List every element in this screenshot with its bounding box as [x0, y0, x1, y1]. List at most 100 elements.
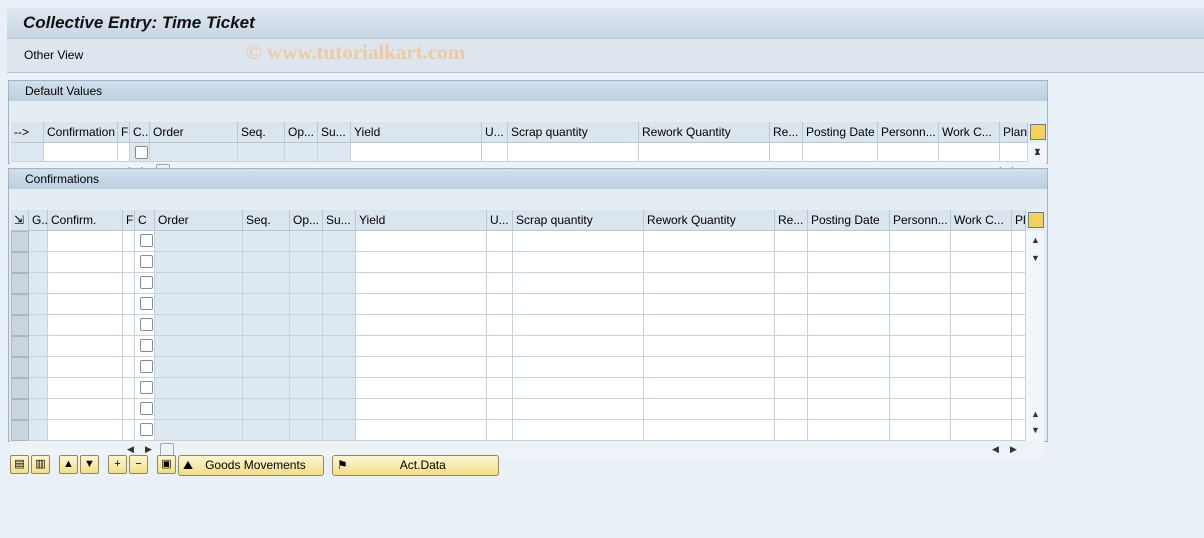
- column-header[interactable]: Work C...: [939, 122, 1000, 143]
- table-cell[interactable]: [356, 357, 487, 378]
- filter-icon[interactable]: ▼: [80, 455, 99, 474]
- column-header[interactable]: Rework Quantity: [644, 210, 775, 231]
- table-cell[interactable]: [356, 231, 487, 252]
- column-header[interactable]: -->: [11, 122, 44, 143]
- table-cell[interactable]: [951, 399, 1012, 420]
- table-cell[interactable]: [890, 294, 951, 315]
- table-cell[interactable]: [775, 420, 808, 441]
- column-header[interactable]: Re...: [775, 210, 808, 231]
- column-header[interactable]: Plant: [1012, 210, 1026, 231]
- table-cell[interactable]: [487, 294, 513, 315]
- table-cell[interactable]: [48, 231, 123, 252]
- table-cell[interactable]: [123, 336, 135, 357]
- column-header[interactable]: Order: [155, 210, 243, 231]
- table-cell[interactable]: [808, 378, 890, 399]
- table-cell[interactable]: [123, 399, 135, 420]
- table-cell[interactable]: [808, 273, 890, 294]
- column-header[interactable]: Order: [150, 122, 238, 143]
- table-cell[interactable]: [48, 294, 123, 315]
- row-selector[interactable]: [11, 378, 29, 399]
- table-cell[interactable]: [1012, 399, 1026, 420]
- table-cell[interactable]: [48, 273, 123, 294]
- table-cell[interactable]: [513, 315, 644, 336]
- column-header[interactable]: Confirm.: [48, 210, 123, 231]
- table-cell[interactable]: [644, 399, 775, 420]
- scroll-down-icon[interactable]: ▼: [1031, 425, 1040, 435]
- table-cell[interactable]: [487, 378, 513, 399]
- table-cell[interactable]: [890, 357, 951, 378]
- table-cell[interactable]: [644, 378, 775, 399]
- table-cell[interactable]: [356, 378, 487, 399]
- table-settings-icon[interactable]: [1028, 212, 1044, 228]
- table-cell[interactable]: [644, 420, 775, 441]
- checkbox[interactable]: [140, 255, 153, 268]
- table-cell[interactable]: [356, 294, 487, 315]
- table-cell[interactable]: [356, 399, 487, 420]
- delete-row-icon[interactable]: −: [129, 455, 148, 474]
- table-cell[interactable]: [48, 252, 123, 273]
- table-cell[interactable]: [803, 143, 878, 162]
- table-cell[interactable]: [356, 420, 487, 441]
- table-cell[interactable]: [482, 143, 508, 162]
- table-cell[interactable]: [775, 336, 808, 357]
- table-cell[interactable]: [1012, 315, 1026, 336]
- table-cell[interactable]: [1012, 273, 1026, 294]
- table-cell[interactable]: [135, 420, 155, 441]
- table-cell[interactable]: [890, 378, 951, 399]
- column-header[interactable]: G..: [29, 210, 48, 231]
- table-cell[interactable]: [123, 273, 135, 294]
- column-header[interactable]: Yield: [351, 122, 482, 143]
- column-header[interactable]: U...: [482, 122, 508, 143]
- table-cell[interactable]: [951, 378, 1012, 399]
- table-cell[interactable]: [808, 252, 890, 273]
- checkbox[interactable]: [140, 423, 153, 436]
- table-cell[interactable]: [135, 231, 155, 252]
- table-cell[interactable]: [775, 357, 808, 378]
- table-cell[interactable]: [487, 273, 513, 294]
- table-cell[interactable]: [123, 315, 135, 336]
- table-cell[interactable]: [808, 315, 890, 336]
- table-cell[interactable]: [775, 231, 808, 252]
- goods-movements-button[interactable]: ⛰ Goods Movements: [178, 455, 324, 476]
- scroll-up-icon[interactable]: ▲: [1031, 235, 1040, 245]
- scroll-up-icon[interactable]: ▲: [1031, 409, 1040, 419]
- column-header[interactable]: Personn...: [890, 210, 951, 231]
- table-cell[interactable]: [513, 273, 644, 294]
- column-header[interactable]: Plant: [1000, 122, 1028, 143]
- table-cell[interactable]: [513, 252, 644, 273]
- table-cell[interactable]: [890, 420, 951, 441]
- checkbox[interactable]: [140, 318, 153, 331]
- column-header[interactable]: C: [135, 210, 155, 231]
- table-cell[interactable]: [775, 399, 808, 420]
- table-cell[interactable]: [356, 252, 487, 273]
- table-cell[interactable]: [123, 420, 135, 441]
- table-cell[interactable]: [513, 336, 644, 357]
- deselect-all-icon[interactable]: ▥: [31, 455, 50, 474]
- table-cell[interactable]: [135, 336, 155, 357]
- table-cell[interactable]: [130, 143, 150, 162]
- checkbox[interactable]: [135, 146, 148, 159]
- table-cell[interactable]: [951, 357, 1012, 378]
- table-cell[interactable]: [356, 336, 487, 357]
- scroll-right-icon[interactable]: ▶: [145, 444, 152, 455]
- table-cell[interactable]: [878, 143, 939, 162]
- table-cell[interactable]: [644, 294, 775, 315]
- column-header[interactable]: Scrap quantity: [513, 210, 644, 231]
- table-cell[interactable]: [44, 143, 118, 162]
- table-cell[interactable]: [487, 357, 513, 378]
- table-cell[interactable]: [639, 143, 770, 162]
- row-selector[interactable]: [11, 231, 29, 252]
- table-cell[interactable]: [513, 231, 644, 252]
- table-cell[interactable]: [808, 399, 890, 420]
- table-cell[interactable]: [123, 378, 135, 399]
- row-selector[interactable]: [11, 420, 29, 441]
- table-cell[interactable]: [644, 273, 775, 294]
- table-cell[interactable]: [1012, 420, 1026, 441]
- column-header[interactable]: Posting Date: [808, 210, 890, 231]
- table-cell[interactable]: [890, 315, 951, 336]
- table-cell[interactable]: [644, 252, 775, 273]
- table-cell[interactable]: [775, 294, 808, 315]
- column-header[interactable]: Yield: [356, 210, 487, 231]
- table-cell[interactable]: [951, 336, 1012, 357]
- table-cell[interactable]: [644, 315, 775, 336]
